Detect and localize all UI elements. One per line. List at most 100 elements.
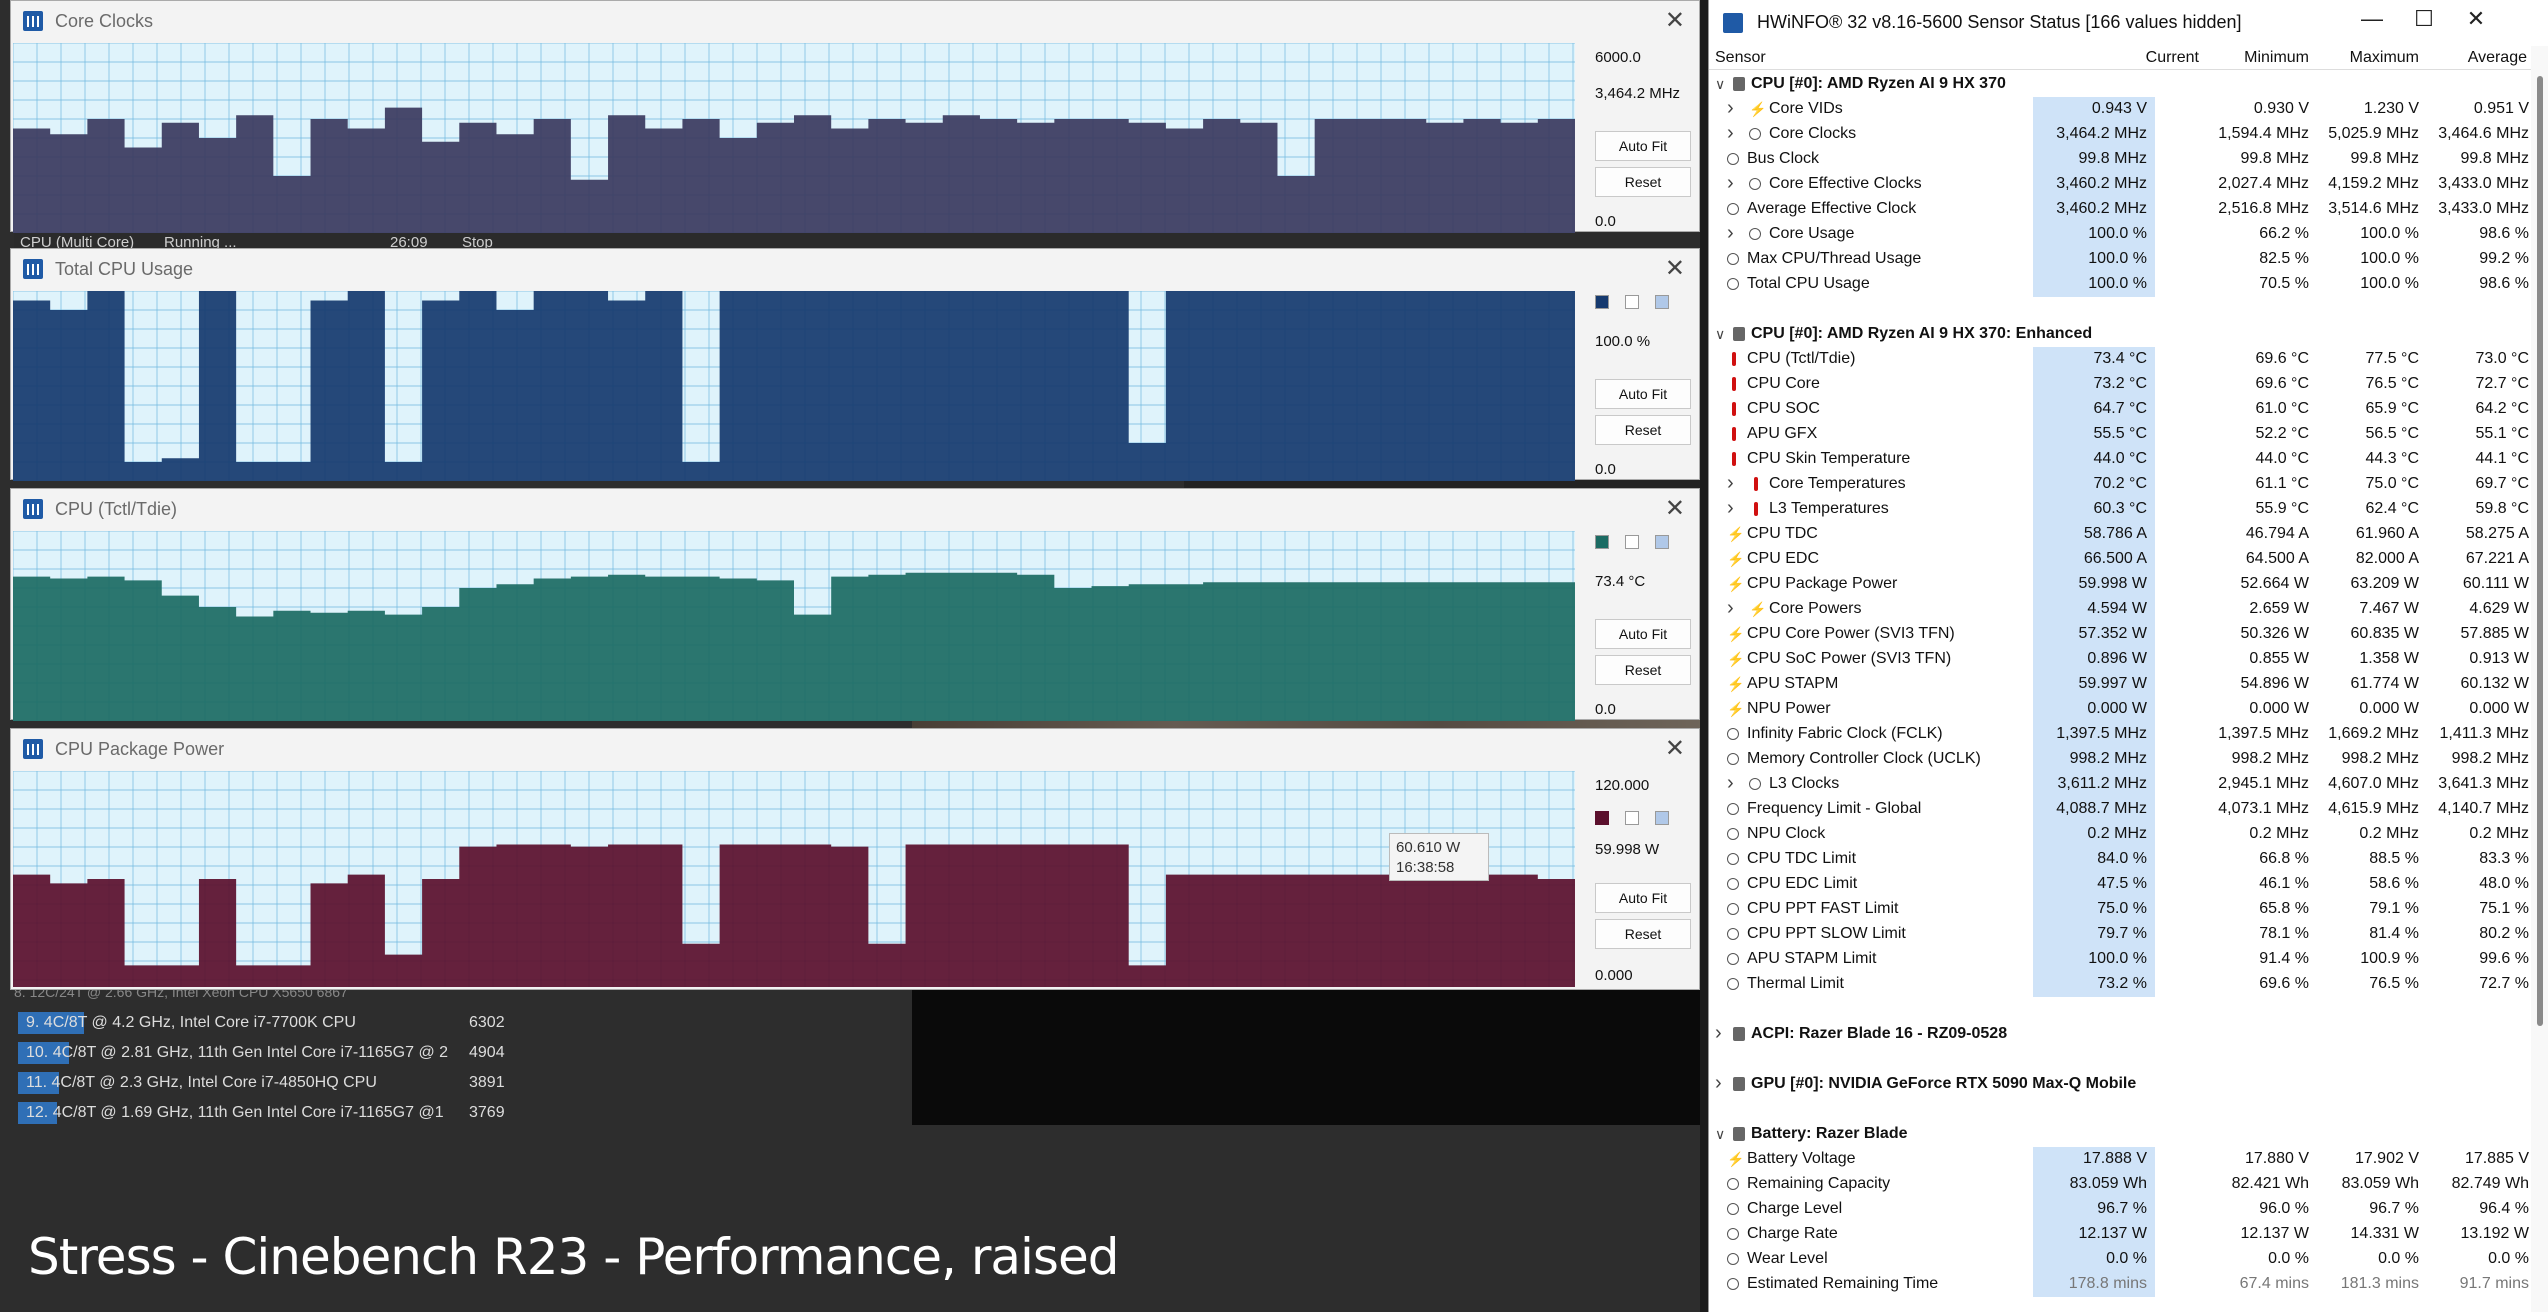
graph-plot[interactable] — [13, 771, 1575, 987]
sensor-group-header[interactable]: ∨ CPU [#0]: AMD Ryzen AI 9 HX 370 — [1709, 72, 2531, 97]
sensor-row[interactable]: CPU EDC Limit 47.5 % 46.1 % 58.6 % 48.0 % — [1709, 872, 2531, 897]
expand-chevron-icon[interactable]: › — [1727, 122, 1734, 145]
sensor-scrollbar[interactable] — [2531, 46, 2548, 1312]
sensor-row[interactable]: Estimated Remaining Time 178.8 mins 67.4 m… — [1709, 1272, 2531, 1297]
close-icon[interactable]: ✕ — [1665, 734, 1685, 763]
sensor-row[interactable]: Thermal Limit 73.2 % 69.6 % 76.5 % 72.7 % — [1709, 972, 2531, 997]
color-swatch[interactable] — [1655, 535, 1669, 549]
sensor-row[interactable]: CPU PPT SLOW Limit 79.7 % 78.1 % 81.4 % 80.2… — [1709, 922, 2531, 947]
sensor-row[interactable]: ⚡ NPU Power 0.000 W 0.000 W 0.000 W 0.000 W — [1709, 697, 2531, 722]
expand-chevron-icon[interactable]: › — [1727, 772, 1734, 795]
collapse-chevron-icon[interactable]: ∨ — [1715, 76, 1725, 93]
sensor-row[interactable]: Infinity Fabric Clock (FCLK) 1,397.5 MHz 1… — [1709, 722, 2531, 747]
sensor-row[interactable]: Charge Rate 12.137 W 12.137 W 14.331 W 13.19… — [1709, 1222, 2531, 1247]
sensor-row[interactable]: ⚡ CPU TDC 58.786 A 46.794 A 61.960 A 58.275 A — [1709, 522, 2531, 547]
sensor-row[interactable]: ⚡ Battery Voltage 17.888 V 17.880 V 17.902 V… — [1709, 1147, 2531, 1172]
auto-fit-button[interactable]: Auto Fit — [1595, 131, 1691, 161]
sensor-row[interactable]: › L3 Temperatures 60.3 °C 55.9 °C 62.4 °C 59.… — [1709, 497, 2531, 522]
sensor-row[interactable]: › Core Clocks 3,464.2 MHz 1,594.4 MHz 5,025.… — [1709, 122, 2531, 147]
graph-titlebar[interactable]: CPU Package Power ✕ — [11, 729, 1699, 769]
sensor-row[interactable]: › Core Temperatures 70.2 °C 61.1 °C 75.0 °C 6… — [1709, 472, 2531, 497]
expand-chevron-icon[interactable]: › — [1727, 222, 1734, 245]
sensor-row[interactable]: CPU PPT FAST Limit 75.0 % 65.8 % 79.1 % 75.1… — [1709, 897, 2531, 922]
sensor-row[interactable]: CPU Skin Temperature 44.0 °C 44.0 °C 44.3 °… — [1709, 447, 2531, 472]
sensor-row[interactable]: ⚡ CPU Package Power 59.998 W 52.664 W 63.209… — [1709, 572, 2531, 597]
color-swatch[interactable] — [1655, 295, 1669, 309]
sensor-row[interactable]: ⚡ CPU Core Power (SVI3 TFN) 57.352 W 50.326… — [1709, 622, 2531, 647]
color-swatch[interactable] — [1595, 811, 1609, 825]
color-swatch[interactable] — [1595, 535, 1609, 549]
sensor-row[interactable]: CPU SOC 64.7 °C 61.0 °C 65.9 °C 64.2 °C — [1709, 397, 2531, 422]
scrollbar-thumb[interactable] — [2537, 76, 2543, 1026]
graph-plot[interactable] — [13, 43, 1575, 233]
sensor-row[interactable]: Max CPU/Thread Usage 100.0 % 82.5 % 100.0 %… — [1709, 247, 2531, 272]
minimize-icon[interactable]: — — [2349, 6, 2395, 32]
column-header-average[interactable]: Average — [2419, 49, 2527, 67]
maximize-icon[interactable]: ☐ — [2401, 6, 2447, 32]
graph-titlebar[interactable]: CPU (Tctl/Tdie) ✕ — [11, 489, 1699, 529]
sensor-row[interactable]: ⚡ CPU SoC Power (SVI3 TFN) 0.896 W 0.855 W 1… — [1709, 647, 2531, 672]
column-header-minimum[interactable]: Minimum — [2199, 49, 2309, 67]
graph-window-total-cpu-usage[interactable]: Total CPU Usage ✕ 100.0 % Auto Fit Reset 0.0 — [10, 248, 1700, 481]
expand-chevron-icon[interactable]: › — [1715, 1072, 1722, 1095]
graph-window-core-clocks[interactable]: Core Clocks ✕ 6000.0 3,464.2 MHz Auto Fit Res… — [10, 0, 1700, 233]
sensor-row[interactable]: ⚡ CPU EDC 66.500 A 64.500 A 82.000 A 67.221 A — [1709, 547, 2531, 572]
sensor-row[interactable]: › ⚡ Core Powers 4.594 W 2.659 W 7.467 W 4.629 … — [1709, 597, 2531, 622]
column-header-current[interactable]: Current — [2089, 49, 2199, 67]
graph-plot[interactable] — [13, 291, 1575, 481]
color-swatch[interactable] — [1625, 295, 1639, 309]
sensor-row[interactable]: Remaining Capacity 83.059 Wh 82.421 Wh 83.0… — [1709, 1172, 2531, 1197]
sensor-row[interactable]: Memory Controller Clock (UCLK) 998.2 MHz 9… — [1709, 747, 2531, 772]
sensor-row[interactable]: › Core Effective Clocks 3,460.2 MHz 2,027.4… — [1709, 172, 2531, 197]
collapse-chevron-icon[interactable]: ∨ — [1715, 1126, 1725, 1143]
reset-button[interactable]: Reset — [1595, 919, 1691, 949]
sensor-row[interactable]: APU GFX 55.5 °C 52.2 °C 56.5 °C 55.1 °C — [1709, 422, 2531, 447]
sensor-row[interactable]: Charge Level 96.7 % 96.0 % 96.7 % 96.4 % — [1709, 1197, 2531, 1222]
sensor-group-header[interactable]: ∨ Battery: Razer Blade — [1709, 1122, 2531, 1147]
sensor-group-header[interactable]: › ACPI: Razer Blade 16 - RZ09-0528 — [1709, 1022, 2531, 1047]
expand-chevron-icon[interactable]: › — [1727, 172, 1734, 195]
reset-button[interactable]: Reset — [1595, 655, 1691, 685]
sensor-group-header[interactable]: › GPU [#0]: NVIDIA GeForce RTX 5090 Max-Q… — [1709, 1072, 2531, 1097]
expand-chevron-icon[interactable]: › — [1727, 97, 1734, 120]
hwinfo-titlebar[interactable]: HWiNFO® 32 v8.16-5600 Sensor Status [166… — [1709, 0, 2548, 46]
sensor-row[interactable]: ⚡ APU STAPM 59.997 W 54.896 W 61.774 W 60.132… — [1709, 672, 2531, 697]
sensor-row[interactable]: CPU TDC Limit 84.0 % 66.8 % 88.5 % 83.3 % — [1709, 847, 2531, 872]
sensor-row[interactable]: › Core Usage 100.0 % 66.2 % 100.0 % 98.6 % — [1709, 222, 2531, 247]
sensor-row[interactable]: › L3 Clocks 3,611.2 MHz 2,945.1 MHz 4,607.0 … — [1709, 772, 2531, 797]
sensor-row[interactable]: Total CPU Usage 100.0 % 70.5 % 100.0 % 98.6 … — [1709, 272, 2531, 297]
auto-fit-button[interactable]: Auto Fit — [1595, 883, 1691, 913]
sensor-group-header[interactable]: ∨ CPU [#0]: AMD Ryzen AI 9 HX 370: Enhanc… — [1709, 322, 2531, 347]
close-icon[interactable]: ✕ — [1665, 6, 1685, 35]
graph-titlebar[interactable]: Total CPU Usage ✕ — [11, 249, 1699, 289]
graph-titlebar[interactable]: Core Clocks ✕ — [11, 1, 1699, 41]
sensor-row[interactable]: Average Effective Clock 3,460.2 MHz 2,516.… — [1709, 197, 2531, 222]
close-icon[interactable]: ✕ — [1665, 494, 1685, 523]
sensor-row[interactable]: CPU Core 73.2 °C 69.6 °C 76.5 °C 72.7 °C — [1709, 372, 2531, 397]
reset-button[interactable]: Reset — [1595, 415, 1691, 445]
expand-chevron-icon[interactable]: › — [1727, 472, 1734, 495]
expand-chevron-icon[interactable]: › — [1715, 1022, 1722, 1045]
expand-chevron-icon[interactable]: › — [1727, 597, 1734, 620]
graph-plot[interactable] — [13, 531, 1575, 721]
sensor-row[interactable]: Frequency Limit - Global 4,088.7 MHz 4,073… — [1709, 797, 2531, 822]
sensor-row[interactable]: Bus Clock 99.8 MHz 99.8 MHz 99.8 MHz 99.8 MH… — [1709, 147, 2531, 172]
collapse-chevron-icon[interactable]: ∨ — [1715, 326, 1725, 343]
column-header-maximum[interactable]: Maximum — [2309, 49, 2419, 67]
close-icon[interactable]: ✕ — [2453, 6, 2499, 32]
color-swatch[interactable] — [1625, 811, 1639, 825]
sensor-row[interactable]: APU STAPM Limit 100.0 % 91.4 % 100.9 % 99.6 … — [1709, 947, 2531, 972]
color-swatch[interactable] — [1655, 811, 1669, 825]
sensor-row[interactable]: Wear Level 0.0 % 0.0 % 0.0 % 0.0 % — [1709, 1247, 2531, 1272]
column-header-sensor[interactable]: Sensor — [1715, 49, 1766, 67]
color-swatch[interactable] — [1595, 295, 1609, 309]
graph-window-cpu-package-power[interactable]: CPU Package Power ✕ 60.610 W 16:38:58 120.00… — [10, 728, 1700, 990]
reset-button[interactable]: Reset — [1595, 167, 1691, 197]
sensor-row[interactable]: NPU Clock 0.2 MHz 0.2 MHz 0.2 MHz 0.2 MHz — [1709, 822, 2531, 847]
expand-chevron-icon[interactable]: › — [1727, 497, 1734, 520]
sensor-row[interactable]: CPU (Tctl/Tdie) 73.4 °C 69.6 °C 77.5 °C 73.0… — [1709, 347, 2531, 372]
sensor-row[interactable]: › ⚡ Core VIDs 0.943 V 0.930 V 1.230 V 0.951 V — [1709, 97, 2531, 122]
graph-window-cpu-tctl-tdie-[interactable]: CPU (Tctl/Tdie) ✕ 73.4 °C Auto Fit Reset 0.0 — [10, 488, 1700, 721]
color-swatch[interactable] — [1625, 535, 1639, 549]
auto-fit-button[interactable]: Auto Fit — [1595, 379, 1691, 409]
